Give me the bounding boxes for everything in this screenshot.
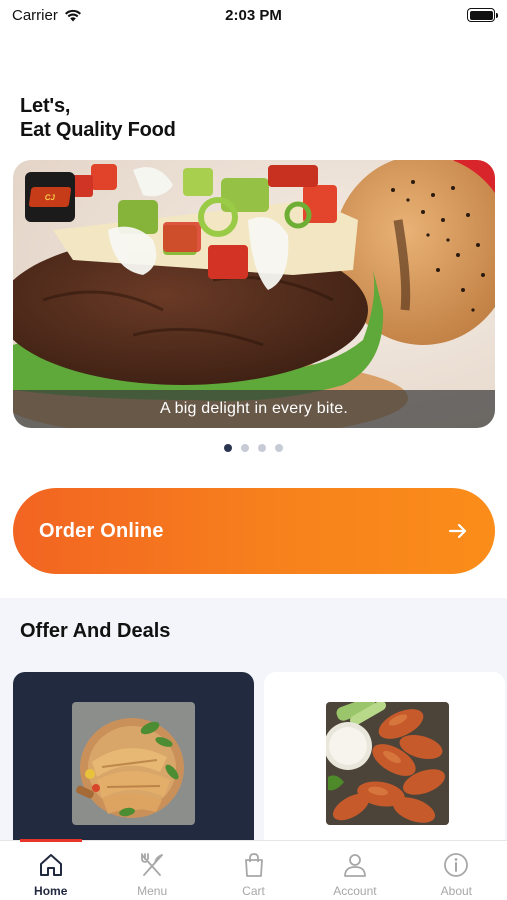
brand-logo-mark: CJ bbox=[28, 187, 72, 207]
burger-image bbox=[13, 160, 495, 428]
deal-card-2[interactable] bbox=[264, 672, 505, 862]
info-icon bbox=[444, 853, 469, 877]
user-icon bbox=[344, 854, 366, 877]
tab-cart-label: Cart bbox=[242, 884, 265, 898]
tab-cart[interactable]: Cart bbox=[203, 841, 304, 900]
tab-home[interactable]: Home bbox=[0, 841, 101, 900]
carousel-dot[interactable] bbox=[258, 444, 266, 452]
greeting-line-2: Eat Quality Food bbox=[20, 119, 176, 141]
tab-home-label: Home bbox=[34, 884, 68, 898]
carousel-dot[interactable] bbox=[224, 444, 232, 452]
banner-caption: A big delight in every bite. bbox=[13, 390, 495, 428]
tab-bar: Home Menu Cart Account About bbox=[0, 839, 507, 900]
home-icon bbox=[39, 854, 62, 876]
carousel-dot[interactable] bbox=[275, 444, 283, 452]
tab-menu-label: Menu bbox=[137, 884, 168, 898]
deal-image-quesadilla bbox=[72, 702, 195, 825]
greeting-line-1: Let's, bbox=[20, 95, 71, 117]
offers-section: Offer And Deals bbox=[0, 598, 507, 862]
tab-about[interactable]: About bbox=[406, 841, 507, 900]
shopping-bag-icon bbox=[244, 853, 263, 877]
battery-icon bbox=[467, 8, 498, 22]
page-title: Let's, Eat Quality Food bbox=[20, 94, 176, 142]
arrow-right-icon bbox=[448, 523, 467, 539]
tab-menu[interactable]: Menu bbox=[101, 841, 202, 900]
deal-card-1[interactable] bbox=[13, 672, 254, 862]
order-online-label: Order Online bbox=[39, 519, 164, 542]
promo-banner[interactable]: CJ A big delight in every bite. bbox=[13, 160, 495, 428]
deal-image-wings bbox=[326, 702, 449, 825]
active-tab-indicator bbox=[20, 839, 82, 842]
tab-about-label: About bbox=[440, 884, 472, 898]
carousel-dot[interactable] bbox=[241, 444, 249, 452]
carousel-dots[interactable] bbox=[0, 444, 507, 452]
offers-title: Offer And Deals bbox=[20, 620, 171, 642]
brand-logo: CJ bbox=[25, 172, 75, 222]
wifi-icon bbox=[64, 9, 81, 21]
order-online-button[interactable]: Order Online bbox=[13, 488, 495, 574]
status-bar: Carrier 2:03 PM bbox=[0, 0, 507, 30]
carrier-label: Carrier bbox=[12, 6, 58, 24]
fork-knife-icon bbox=[141, 853, 164, 876]
tab-account[interactable]: Account bbox=[304, 841, 405, 900]
tab-account-label: Account bbox=[333, 884, 377, 898]
